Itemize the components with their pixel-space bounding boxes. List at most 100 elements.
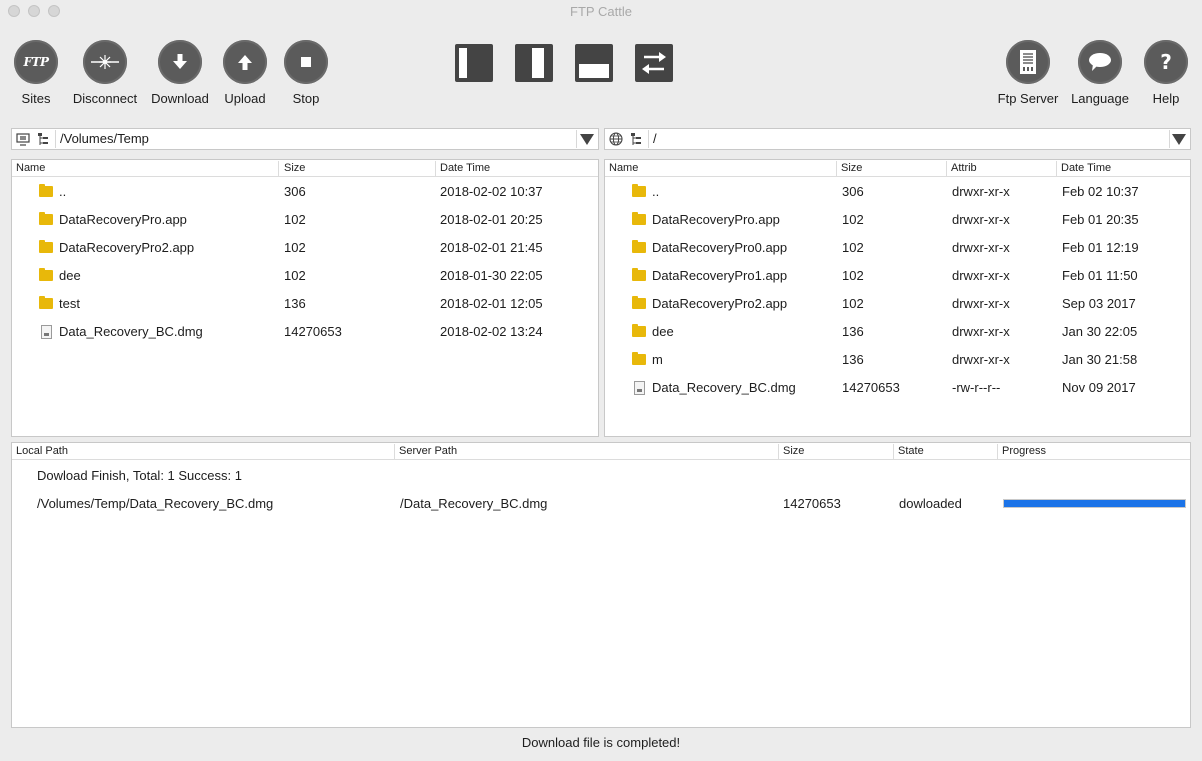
remote-file-attrib: drwxr-xr-x <box>952 268 1010 283</box>
status-message: Download file is completed! <box>521 735 681 750</box>
local-row[interactable]: Data_Recovery_BC.dmg 14270653 2018-02-02 1… <box>12 317 598 345</box>
remote-file-size: 102 <box>842 268 864 283</box>
window-title: FTP Cattle <box>570 4 632 19</box>
disconnect-button[interactable]: Disconnect <box>67 40 143 106</box>
remote-file-date: Jan 30 22:05 <box>1062 324 1138 339</box>
local-file-date: 2018-02-01 20:25 <box>440 212 543 227</box>
column-local-path[interactable]: Local Path <box>12 445 68 459</box>
remote-file-date: Nov 09 2017 <box>1062 380 1136 395</box>
help-button[interactable]: ? Help <box>1128 40 1202 106</box>
remote-row[interactable]: dee 136 drwxr-xr-x Jan 30 22:05 <box>605 317 1190 345</box>
local-path-dropdown[interactable] <box>576 129 598 149</box>
folder-icon <box>632 212 646 225</box>
chevron-down-icon <box>580 133 594 145</box>
column-name[interactable]: Name <box>605 162 638 176</box>
remote-file-attrib: -rw-r--r-- <box>952 380 1001 395</box>
remote-file-name: DataRecoveryPro.app <box>652 212 780 227</box>
column-name[interactable]: Name <box>12 162 45 176</box>
local-path-bar: /Volumes/Temp <box>11 128 599 150</box>
ftp-icon: FTP <box>14 40 58 84</box>
local-row[interactable]: DataRecoveryPro2.app 102 2018-02-01 21:45 <box>12 233 598 261</box>
ftp-server-label: Ftp Server <box>997 91 1059 106</box>
tree-icon[interactable] <box>627 131 645 147</box>
folder-icon <box>39 268 53 281</box>
column-size[interactable]: Size <box>779 445 804 459</box>
remote-file-attrib: drwxr-xr-x <box>952 296 1010 311</box>
transfer-progress-bar <box>1003 499 1186 508</box>
folder-icon <box>39 240 53 253</box>
swap-icon[interactable] <box>635 44 673 82</box>
local-file-size: 102 <box>284 240 306 255</box>
local-file-date: 2018-02-02 10:37 <box>440 184 543 199</box>
remote-file-list: Name Size Attrib Date Time .. 306 drwxr-xr… <box>604 159 1191 437</box>
transfer-queue: Local Path Server Path Size State Progre… <box>11 442 1191 728</box>
remote-file-name: DataRecoveryPro0.app <box>652 240 788 255</box>
stop-label: Stop <box>292 91 320 106</box>
tree-icon[interactable] <box>34 131 52 147</box>
folder-icon <box>632 240 646 253</box>
column-progress[interactable]: Progress <box>998 445 1046 459</box>
transfer-header: Local Path Server Path Size State Progre… <box>12 443 1190 460</box>
transfer-summary-row[interactable]: Dowload Finish, Total: 1 Success: 1 <box>12 461 1190 489</box>
language-button[interactable]: Language <box>1062 40 1138 106</box>
title-bar: FTP Cattle <box>0 0 1202 22</box>
ftp-server-button[interactable]: Ftp Server <box>990 40 1066 106</box>
computer-icon[interactable] <box>14 131 32 147</box>
speech-bubble-icon <box>1078 40 1122 84</box>
column-size[interactable]: Size <box>280 162 305 176</box>
transfer-server-path: /Data_Recovery_BC.dmg <box>400 496 548 511</box>
column-attrib[interactable]: Attrib <box>947 162 977 176</box>
remote-row[interactable]: DataRecoveryPro2.app 102 drwxr-xr-x Sep 03 … <box>605 289 1190 317</box>
remote-file-date: Jan 30 21:58 <box>1062 352 1138 367</box>
remote-file-attrib: drwxr-xr-x <box>952 184 1010 199</box>
remote-row[interactable]: m 136 drwxr-xr-x Jan 30 21:58 <box>605 345 1190 373</box>
local-row[interactable]: DataRecoveryPro.app 102 2018-02-01 20:25 <box>12 205 598 233</box>
local-row[interactable]: .. 306 2018-02-02 10:37 <box>12 177 598 205</box>
remote-row[interactable]: DataRecoveryPro.app 102 drwxr-xr-x Feb 01 2… <box>605 205 1190 233</box>
sites-label: Sites <box>21 91 51 106</box>
column-date-time[interactable]: Date Time <box>436 162 490 176</box>
folder-icon <box>632 352 646 365</box>
remote-row[interactable]: .. 306 drwxr-xr-x Feb 02 10:37 <box>605 177 1190 205</box>
transfer-progress-fill <box>1004 500 1185 507</box>
local-file-date: 2018-02-02 13:24 <box>440 324 543 339</box>
file-icon <box>41 325 52 339</box>
remote-row[interactable]: DataRecoveryPro0.app 102 drwxr-xr-x Feb 01 … <box>605 233 1190 261</box>
remote-file-attrib: drwxr-xr-x <box>952 240 1010 255</box>
remote-file-size: 14270653 <box>842 380 900 395</box>
transfer-summary: Dowload Finish, Total: 1 Success: 1 <box>37 468 242 483</box>
bottom-pane-icon[interactable] <box>575 44 613 82</box>
remote-path-input[interactable]: / <box>648 130 1170 148</box>
right-pane-icon[interactable] <box>515 44 553 82</box>
remote-path-dropdown[interactable] <box>1168 129 1190 149</box>
remote-file-date: Feb 01 11:50 <box>1062 268 1138 283</box>
local-file-size: 136 <box>284 296 306 311</box>
local-row[interactable]: dee 102 2018-01-30 22:05 <box>12 261 598 289</box>
stop-button[interactable]: Stop <box>268 40 344 106</box>
transfer-size: 14270653 <box>783 496 841 511</box>
remote-file-name: m <box>652 352 663 367</box>
column-size[interactable]: Size <box>837 162 862 176</box>
left-pane-icon[interactable] <box>455 44 493 82</box>
remote-file-size: 306 <box>842 184 864 199</box>
transfer-state: dowloaded <box>899 496 962 511</box>
remote-file-date: Feb 02 10:37 <box>1062 184 1139 199</box>
local-path-input[interactable]: /Volumes/Temp <box>55 130 577 148</box>
sites-button[interactable]: FTP Sites <box>0 40 74 106</box>
column-state[interactable]: State <box>894 445 924 459</box>
column-date-time[interactable]: Date Time <box>1057 162 1111 176</box>
globe-icon[interactable] <box>607 131 625 147</box>
chevron-down-icon <box>1172 133 1186 145</box>
remote-file-name: DataRecoveryPro2.app <box>652 296 788 311</box>
local-list-header: Name Size Date Time <box>12 160 598 177</box>
remote-file-size: 102 <box>842 240 864 255</box>
remote-file-date: Sep 03 2017 <box>1062 296 1136 311</box>
column-server-path[interactable]: Server Path <box>395 445 457 459</box>
app-window: FTP Cattle FTP Sites Disconnect Download <box>0 0 1202 761</box>
local-row[interactable]: test 136 2018-02-01 12:05 <box>12 289 598 317</box>
remote-file-name: Data_Recovery_BC.dmg <box>652 380 796 395</box>
remote-row[interactable]: DataRecoveryPro1.app 102 drwxr-xr-x Feb 01 … <box>605 261 1190 289</box>
remote-file-size: 102 <box>842 212 864 227</box>
remote-row[interactable]: Data_Recovery_BC.dmg 14270653 -rw-r--r-- No… <box>605 373 1190 401</box>
folder-icon <box>39 296 53 309</box>
